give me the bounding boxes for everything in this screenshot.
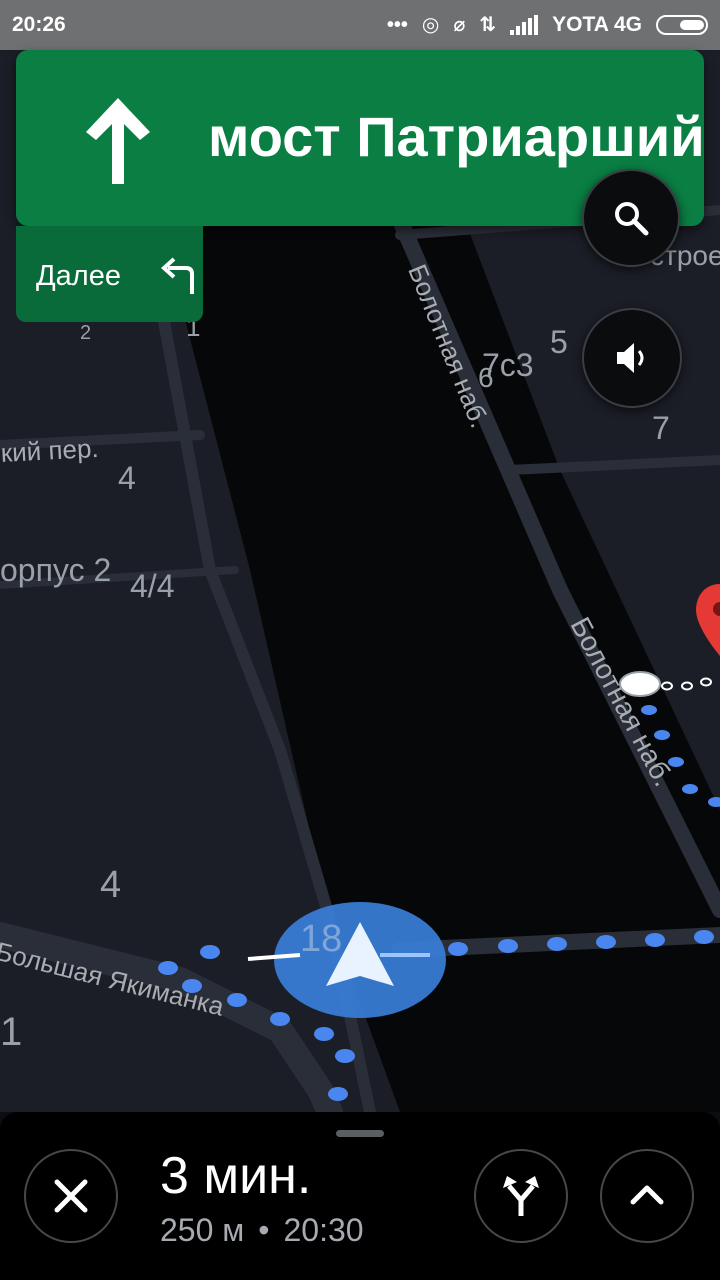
bottom-sheet[interactable]: 3 мин. 250 м • 20:30 — [0, 1112, 720, 1280]
sound-button[interactable] — [582, 308, 682, 408]
carrier-label: YOTA 4G — [552, 13, 642, 36]
map-label: 7 — [652, 410, 670, 446]
turn-left-icon — [161, 257, 194, 294]
map-label: 4 — [118, 460, 136, 496]
search-icon — [615, 202, 649, 236]
straight-arrow-icon — [86, 98, 150, 184]
map-label: 4 — [100, 864, 122, 906]
vibrate-off-icon: ⌀ — [453, 14, 466, 36]
more-icon: ••• — [386, 14, 408, 36]
eta-distance: 250 м — [160, 1212, 245, 1248]
map-label: 2 — [80, 322, 92, 344]
data-arrows-icon: ⇅ — [479, 14, 497, 36]
map-label: 5 — [550, 324, 568, 360]
alt-routes-icon — [503, 1176, 539, 1216]
status-bar: 20:26 ••• ◎ ⌀ ⇅ YOTA 4G — [0, 0, 720, 50]
next-maneuver-card[interactable]: Далее — [16, 226, 203, 322]
next-label: Далее — [36, 260, 121, 292]
alternate-routes-button[interactable] — [474, 1149, 568, 1243]
map-label: 18 — [300, 918, 343, 960]
map-label-partial: орпус 2 — [0, 552, 112, 588]
battery-icon — [656, 15, 708, 35]
street-name: мост Патриарший — [208, 105, 705, 168]
eta-separator: • — [258, 1212, 270, 1248]
volume-icon — [617, 343, 644, 373]
street-label: кий пер. — [0, 432, 100, 468]
status-time: 20:26 — [12, 13, 66, 36]
map-label: 1 — [0, 1010, 23, 1054]
status-icons: ••• ◎ ⌀ ⇅ YOTA 4G — [387, 13, 708, 37]
eta-duration: 3 мин. — [160, 1147, 312, 1205]
eta-details: 250 м • 20:30 — [160, 1212, 364, 1249]
hotspot-icon: ◎ — [421, 14, 440, 36]
close-navigation-button[interactable] — [24, 1149, 118, 1243]
expand-sheet-button[interactable] — [600, 1149, 694, 1243]
chevron-up-icon — [630, 1185, 664, 1205]
signal-icon — [510, 15, 539, 35]
drag-handle[interactable] — [336, 1130, 384, 1137]
eta-arrival: 20:30 — [283, 1212, 364, 1248]
search-button[interactable] — [582, 169, 680, 267]
map-label: 4/4 — [130, 568, 175, 604]
close-icon — [54, 1179, 88, 1213]
